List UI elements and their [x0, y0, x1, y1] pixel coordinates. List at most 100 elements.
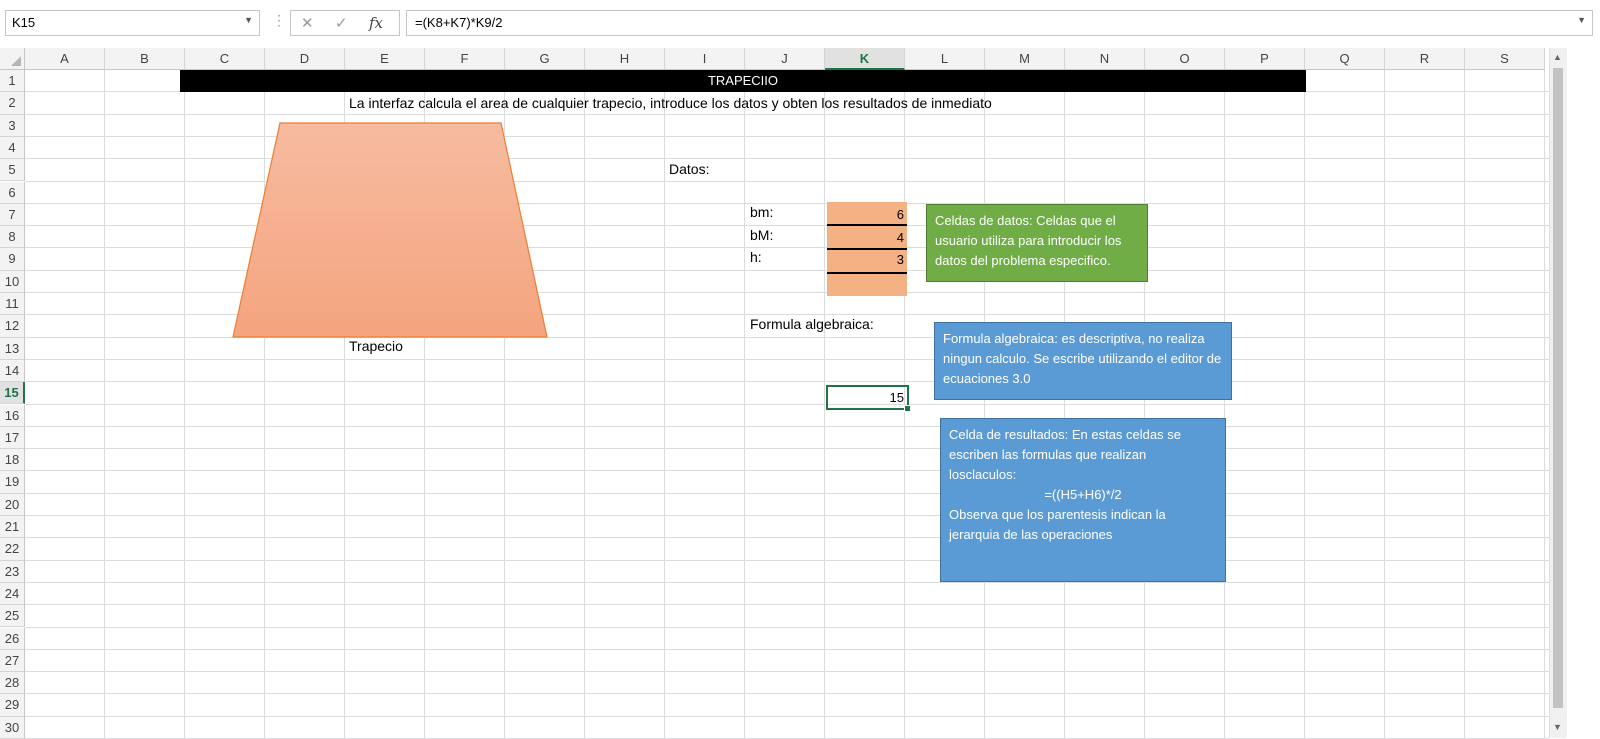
column-header-p[interactable]: P	[1225, 48, 1305, 70]
column-header-h[interactable]: H	[585, 48, 665, 70]
column-header-e[interactable]: E	[345, 48, 425, 70]
formula-buttons: ✕ ✓ fx	[290, 10, 400, 36]
row-header-28[interactable]: 28	[0, 672, 25, 695]
column-header-i[interactable]: I	[665, 48, 745, 70]
datos-label: Datos:	[669, 161, 710, 177]
column-header-m[interactable]: M	[985, 48, 1065, 70]
grid-line	[25, 358, 1549, 360]
insert-function-icon[interactable]: fx	[369, 14, 383, 32]
grid-line	[25, 604, 1549, 606]
row-header-29[interactable]: 29	[0, 694, 25, 717]
row-header-22[interactable]: 22	[0, 538, 25, 561]
scroll-down-icon[interactable]: ▼	[1553, 722, 1562, 732]
more-options-icon: ⋮	[272, 12, 287, 28]
input-label-bm: bm:	[750, 204, 774, 220]
input-label-bM: bM:	[750, 227, 774, 243]
row-header-11[interactable]: 11	[0, 293, 25, 316]
expand-formula-icon[interactable]: ▼	[1577, 15, 1586, 25]
column-header-s[interactable]: S	[1465, 48, 1545, 70]
input-cell-h[interactable]: 3	[827, 252, 907, 272]
row-header-2[interactable]: 2	[0, 92, 25, 115]
results-note-formula: =((H5+H6)*/2	[1044, 487, 1122, 502]
fill-handle[interactable]	[904, 405, 911, 412]
formula-bar: K15 ▼ ⋮ ✕ ✓ fx =(K8+K7)*K9/2 ▼	[0, 0, 1600, 48]
grid-line	[25, 381, 1549, 383]
results-note-text: Celda de resultados: En estas celdas se …	[949, 427, 1181, 482]
scrollbar-thumb[interactable]	[1553, 68, 1563, 708]
row-header-27[interactable]: 27	[0, 649, 25, 673]
column-header-g[interactable]: G	[505, 48, 585, 70]
row-header-25[interactable]: 25	[0, 605, 25, 628]
name-box[interactable]: K15 ▼	[5, 10, 260, 36]
chevron-down-icon[interactable]: ▼	[244, 15, 253, 25]
formula-input[interactable]: =(K8+K7)*K9/2 ▼	[406, 10, 1593, 36]
column-header-n[interactable]: N	[1065, 48, 1145, 70]
formula-label: Formula algebraica:	[750, 316, 874, 332]
row-header-18[interactable]: 18	[0, 449, 25, 472]
row-header-6[interactable]: 6	[0, 181, 25, 204]
grid-line	[25, 448, 1549, 450]
results-note-text-2: Observa que los parentesis indican la je…	[949, 507, 1166, 542]
select-all-button[interactable]	[0, 48, 25, 70]
row-header-9[interactable]: 9	[0, 248, 25, 271]
column-header-f[interactable]: F	[425, 48, 505, 70]
row-header-7[interactable]: 7	[0, 203, 25, 227]
grid-line	[25, 492, 1549, 494]
row-header-20[interactable]: 20	[0, 493, 25, 516]
row-header-12[interactable]: 12	[0, 315, 25, 338]
grid-line	[25, 403, 1549, 405]
data-cells-note-text: Celdas de datos: Celdas que el usuario u…	[935, 213, 1122, 268]
column-header-d[interactable]: D	[265, 48, 345, 70]
column-header-l[interactable]: L	[905, 48, 985, 70]
row-header-1[interactable]: 1	[0, 70, 25, 93]
row-header-13[interactable]: 13	[0, 337, 25, 360]
row-header-10[interactable]: 10	[0, 270, 25, 293]
scroll-up-icon[interactable]: ▲	[1553, 52, 1562, 62]
row-header-26[interactable]: 26	[0, 627, 25, 650]
row-header-30[interactable]: 30	[0, 716, 25, 739]
enter-icon[interactable]: ✓	[335, 14, 348, 32]
grid-line	[25, 715, 1549, 717]
formula-note[interactable]: Formula algebraica: es descriptiva, no r…	[934, 322, 1232, 400]
row-header-15[interactable]: 15	[0, 382, 25, 405]
grid-line	[25, 626, 1549, 628]
grid-line	[25, 470, 1549, 472]
grid-line	[25, 537, 1549, 539]
column-header-b[interactable]: B	[105, 48, 185, 70]
result-value: 15	[889, 390, 904, 405]
sheet-title: TRAPECIIO	[180, 70, 1306, 92]
row-header-3[interactable]: 3	[0, 114, 25, 137]
row-header-19[interactable]: 19	[0, 471, 25, 494]
trapezoid-shape[interactable]	[230, 120, 550, 340]
row-header-21[interactable]: 21	[0, 516, 25, 539]
row-header-14[interactable]: 14	[0, 359, 25, 383]
grid-line	[25, 581, 1549, 583]
input-cell-bM[interactable]: 4	[827, 230, 907, 250]
column-header-c[interactable]: C	[185, 48, 265, 70]
data-cells-note[interactable]: Celdas de datos: Celdas que el usuario u…	[926, 204, 1148, 282]
formula-text: =(K8+K7)*K9/2	[415, 15, 503, 30]
cell-border	[827, 272, 907, 274]
result-cell[interactable]: 15	[826, 385, 911, 412]
vertical-scrollbar[interactable]: ▲ ▼	[1549, 48, 1567, 738]
column-header-j[interactable]: J	[745, 48, 825, 70]
row-header-8[interactable]: 8	[0, 226, 25, 249]
results-note[interactable]: Celda de resultados: En estas celdas se …	[940, 418, 1226, 582]
grid-line	[25, 693, 1549, 695]
description-text: La interfaz calcula el area de cualquier…	[349, 95, 992, 111]
row-header-5[interactable]: 5	[0, 159, 25, 182]
row-header-23[interactable]: 23	[0, 560, 25, 583]
column-header-k[interactable]: K	[825, 48, 905, 70]
row-header-16[interactable]: 16	[0, 404, 25, 427]
column-header-o[interactable]: O	[1145, 48, 1225, 70]
row-header-24[interactable]: 24	[0, 582, 25, 606]
cancel-icon[interactable]: ✕	[301, 14, 314, 32]
row-header-4[interactable]: 4	[0, 136, 25, 160]
grid-line	[25, 113, 1549, 115]
name-box-value: K15	[12, 15, 36, 30]
row-header-17[interactable]: 17	[0, 426, 25, 450]
grid-line	[25, 425, 1549, 427]
column-header-a[interactable]: A	[25, 48, 105, 70]
column-header-q[interactable]: Q	[1305, 48, 1385, 70]
column-header-r[interactable]: R	[1385, 48, 1465, 70]
